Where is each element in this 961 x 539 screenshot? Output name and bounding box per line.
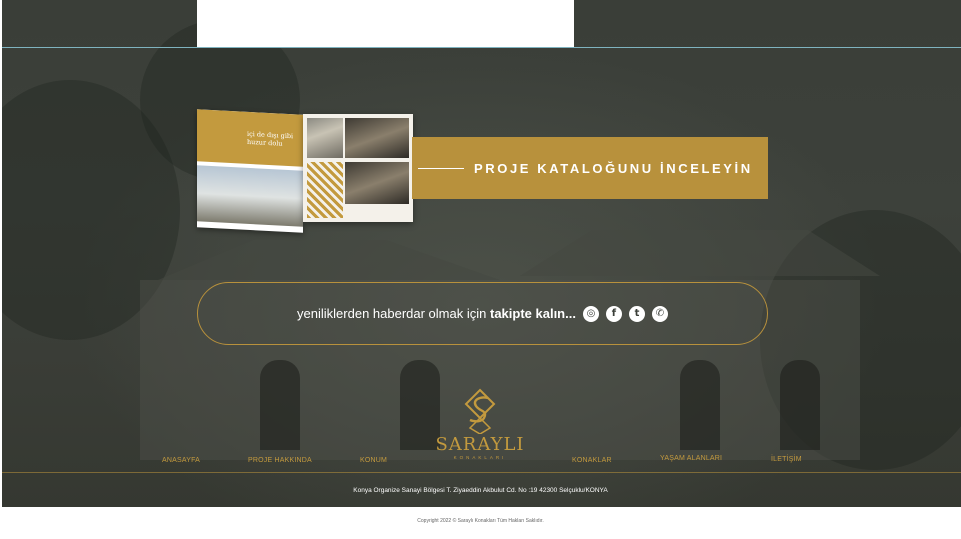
nav-item-yasam-alanlari[interactable]: YAŞAM ALANLARI <box>660 455 722 462</box>
footer-address: Konya Organize Sanayi Bölgesi T. Ziyaedd… <box>353 487 608 494</box>
brand-logo[interactable]: SARAYLI KONAKLARI <box>433 388 527 468</box>
nav-item-konaklar[interactable]: KONAKLAR <box>572 457 612 464</box>
brand-subtitle: KONAKLARI <box>453 455 507 460</box>
social-follow-text: yeniliklerden haberdar olmak için takipt… <box>297 306 576 321</box>
catalog-dash <box>418 167 464 169</box>
top-content-card <box>197 0 574 47</box>
catalog-book-image[interactable]: içi de dışı gibi huzur dolu <box>197 109 413 234</box>
catalog-button-label: PROJE KATALOĞUNU İNCELEYİN <box>474 160 753 176</box>
social-text-regular: yeniliklerden haberdar olmak için <box>297 306 487 321</box>
nav-item-iletisim[interactable]: İLETİŞİM <box>771 456 802 463</box>
catalog-page-right <box>303 114 413 222</box>
nav-divider <box>0 472 961 473</box>
catalog-button[interactable]: PROJE KATALOĞUNU İNCELEYİN <box>412 137 768 199</box>
logo-emblem-icon <box>464 388 496 434</box>
page: içi de dışı gibi huzur dolu PROJE KATALO… <box>0 0 961 539</box>
social-follow-bar: yeniliklerden haberdar olmak için takipt… <box>197 282 768 345</box>
nav-item-anasayfa[interactable]: ANASAYFA <box>162 457 200 464</box>
catalog-book-heading: içi de dışı gibi huzur dolu <box>247 129 294 148</box>
left-edge <box>0 0 2 539</box>
facebook-icon[interactable]: f <box>605 305 622 322</box>
footer-copyright: Copyright 2022 © Saraylı Konakları Tüm H… <box>417 518 544 524</box>
twitter-icon[interactable]: t <box>628 305 645 322</box>
section-divider <box>0 47 961 48</box>
catalog-page-left: içi de dışı gibi huzur dolu <box>197 109 303 233</box>
instagram-icon[interactable]: ◎ <box>582 305 599 322</box>
social-text-bold: takipte kalın... <box>489 306 576 321</box>
whatsapp-icon[interactable]: ✆ <box>651 305 668 322</box>
nav-item-konum[interactable]: KONUM <box>360 457 387 464</box>
nav-item-proje-hakkinda[interactable]: PROJE HAKKINDA <box>248 457 312 464</box>
social-icons: ◎ f t ✆ <box>582 305 668 322</box>
brand-name: SARAYLI <box>435 434 525 455</box>
